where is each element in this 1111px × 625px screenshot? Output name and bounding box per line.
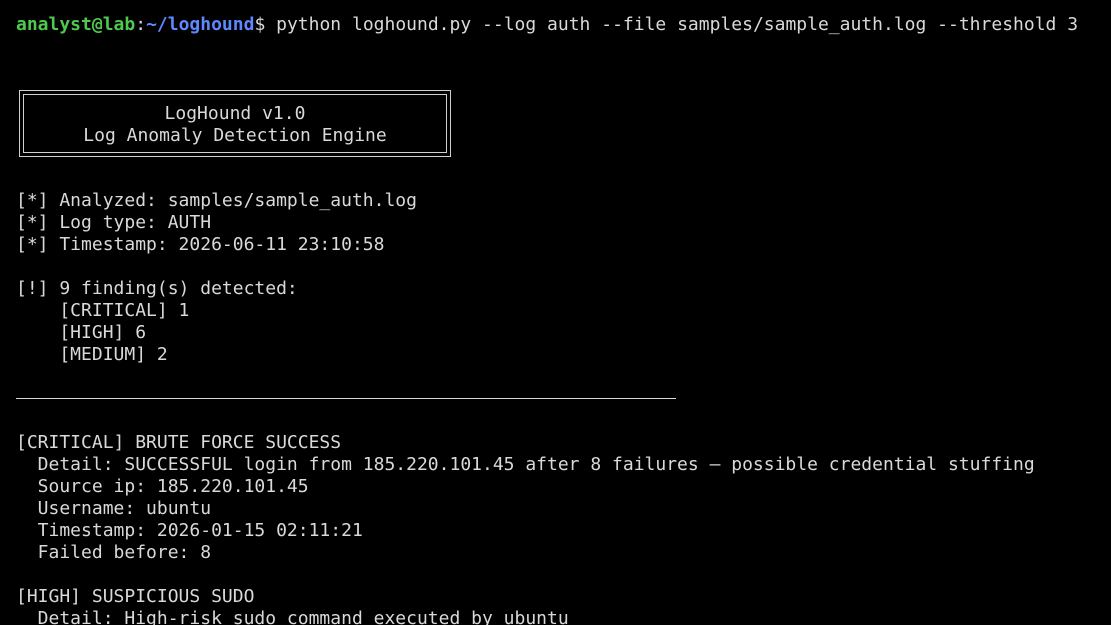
finding-failed-before: Failed before: 8 (16, 542, 212, 563)
summary-medium-count: [MEDIUM] 2 (16, 344, 168, 365)
prompt-path: ~/loghound (146, 14, 255, 35)
finding-title: [HIGH] SUSPICIOUS SUDO (16, 586, 255, 607)
finding-timestamp: Timestamp: 2026-01-15 02:11:21 (16, 520, 363, 541)
banner-subtitle: Log Anomaly Detection Engine (83, 125, 387, 146)
prompt-user-host: analyst@lab (16, 14, 136, 35)
info-log-type: [*] Log type: AUTH (16, 212, 212, 233)
section-divider (16, 398, 676, 399)
banner-box: LogHound v1.0 Log Anomaly Detection Engi… (19, 90, 451, 157)
finding-detail: Detail: High-risk sudo command executed … (16, 608, 569, 625)
command-prompt-line: analyst@lab:~/loghound$ python loghound.… (16, 14, 1078, 36)
summary-high-count: [HIGH] 6 (16, 322, 147, 343)
finding-detail: Detail: SUCCESSFUL login from 185.220.10… (16, 454, 1035, 475)
terminal-window[interactable]: analyst@lab:~/loghound$ python loghound.… (0, 0, 1111, 625)
finding-title: [CRITICAL] BRUTE FORCE SUCCESS (16, 432, 342, 453)
info-timestamp: [*] Timestamp: 2026-06-11 23:10:58 (16, 234, 385, 255)
summary-header: [!] 9 finding(s) detected: (16, 278, 298, 299)
finding-username: Username: ubuntu (16, 498, 212, 519)
finding-source-ip: Source ip: 185.220.101.45 (16, 476, 309, 497)
info-analyzed: [*] Analyzed: samples/sample_auth.log (16, 190, 417, 211)
prompt-symbol: $ (254, 14, 266, 35)
prompt-colon: : (135, 14, 147, 35)
prompt-command: python loghound.py --log auth --file sam… (265, 14, 1079, 35)
banner-title: LogHound v1.0 (164, 103, 306, 124)
summary-critical-count: [CRITICAL] 1 (16, 300, 190, 321)
